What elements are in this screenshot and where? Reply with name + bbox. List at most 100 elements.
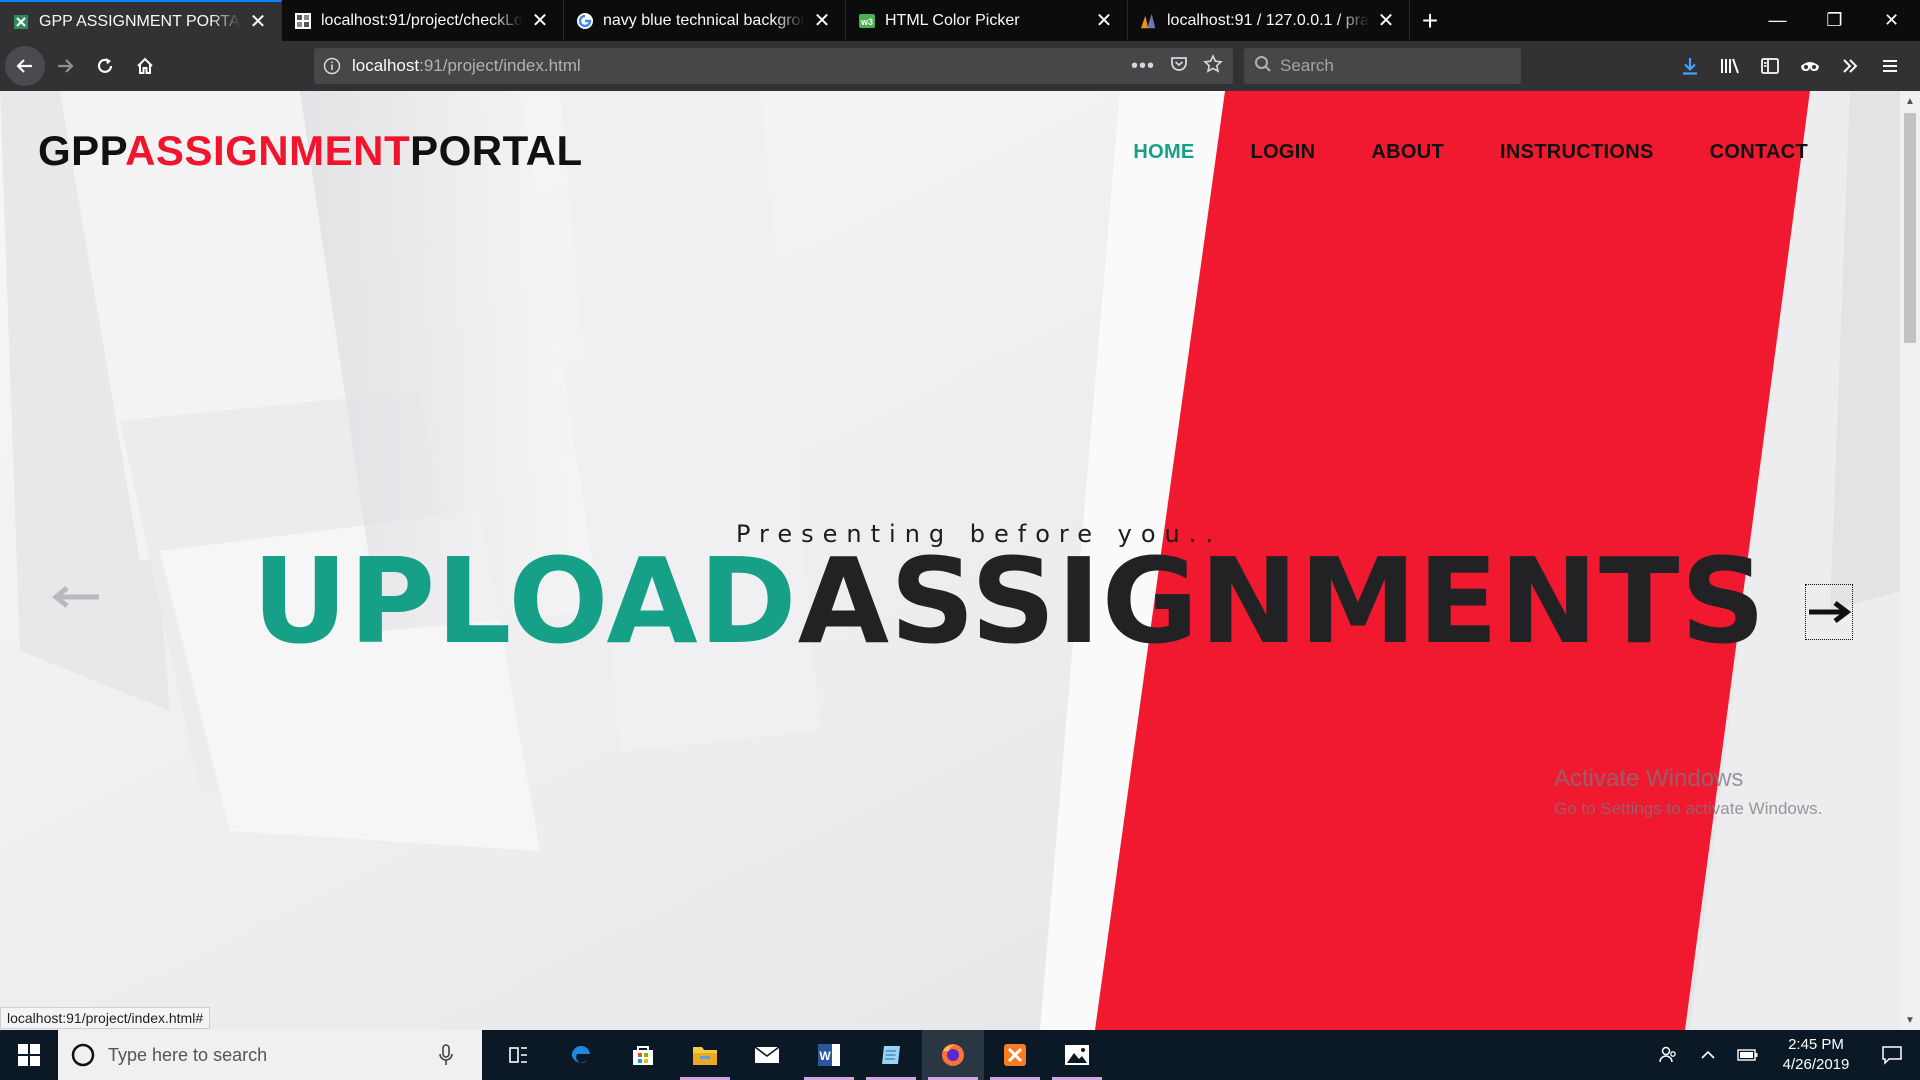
restore-button[interactable]: ❐ [1806, 0, 1863, 41]
xampp-icon [1004, 1044, 1026, 1066]
page-favicon-icon [294, 12, 312, 30]
close-icon[interactable]: ✕ [1375, 10, 1397, 32]
activate-windows-watermark: Activate Windows Go to Settings to activ… [1554, 765, 1822, 819]
task-view-button[interactable] [488, 1030, 550, 1080]
overflow-button[interactable] [1830, 46, 1870, 86]
file-explorer-icon [693, 1047, 717, 1065]
clock-date: 4/26/2019 [1782, 1056, 1850, 1073]
reload-icon [97, 58, 113, 73]
home-icon [137, 57, 153, 74]
mail-app[interactable] [736, 1030, 798, 1080]
photos-icon [1065, 1045, 1089, 1065]
nav-home-link[interactable]: HOME [1133, 141, 1194, 164]
watermark-subtitle: Go to Settings to activate Windows. [1554, 799, 1823, 818]
address-bar[interactable]: localhost:91/project/index.html ••• [314, 48, 1233, 84]
home-button[interactable] [125, 46, 165, 86]
chevron-double-right-icon [1843, 59, 1858, 73]
close-icon[interactable]: ✕ [1093, 10, 1115, 32]
svg-text:w3: w3 [860, 17, 873, 27]
tab-label: HTML Color Picker [885, 11, 1020, 29]
scroll-up-icon[interactable]: ▲ [1900, 91, 1920, 111]
people-icon[interactable] [1648, 1030, 1688, 1080]
back-button[interactable] [5, 46, 45, 86]
back-arrow-icon [16, 59, 32, 73]
nav-about-link[interactable]: ABOUT [1371, 141, 1444, 164]
taskbar-clock[interactable]: 2:45 PM 4/26/2019 [1768, 1035, 1864, 1075]
arrow-right-icon [1809, 601, 1851, 623]
nav-login-link[interactable]: LOGIN [1251, 141, 1316, 164]
nav-contact-link[interactable]: CONTACT [1710, 141, 1808, 164]
svg-text:W: W [819, 1049, 831, 1063]
arrow-left-icon [52, 586, 99, 608]
action-center-icon[interactable] [1864, 1030, 1920, 1080]
tab-phpmyadmin[interactable]: localhost:91 / 127.0.0.1 / practice ✕ [1128, 0, 1410, 41]
url-actions: ••• [1131, 48, 1223, 84]
notepad-app[interactable] [860, 1030, 922, 1080]
chevron-up-icon[interactable] [1688, 1030, 1728, 1080]
tab-strip: GPP ASSIGNMENT PORTAL ✕ localhost:91/pro… [0, 0, 1920, 41]
notepad-icon [882, 1046, 900, 1064]
page-scrollbar[interactable]: ▲ ▼ [1900, 91, 1920, 1030]
taskbar-apps: W [488, 1030, 1108, 1080]
library-button[interactable] [1710, 46, 1750, 86]
word-app[interactable]: W [798, 1030, 860, 1080]
store-app[interactable] [612, 1030, 674, 1080]
photos-app[interactable] [1046, 1030, 1108, 1080]
word-icon: W [818, 1044, 840, 1066]
watermark-title: Activate Windows [1554, 765, 1744, 792]
minimize-button[interactable]: — [1749, 0, 1806, 41]
pocket-icon[interactable] [1169, 54, 1189, 79]
bookmark-star-icon[interactable] [1203, 53, 1223, 79]
menu-button[interactable] [1870, 46, 1910, 86]
w3schools-icon: w3 [858, 12, 876, 30]
close-icon[interactable]: ✕ [247, 11, 269, 33]
tab-gpp-portal[interactable]: GPP ASSIGNMENT PORTAL ✕ [0, 0, 282, 41]
windows-logo-icon [18, 1044, 40, 1066]
library-icon [1721, 58, 1739, 74]
microphone-icon [439, 1044, 453, 1065]
scroll-down-icon[interactable]: ▼ [1900, 1010, 1920, 1030]
more-actions-icon[interactable]: ••• [1131, 55, 1155, 78]
tab-color-picker[interactable]: w3 HTML Color Picker ✕ [846, 0, 1128, 41]
info-icon[interactable] [314, 57, 350, 75]
windows-taskbar: W 2:45 PM 4/26/2019 [0, 1030, 1920, 1080]
close-icon[interactable]: ✕ [811, 10, 833, 32]
sidebar-button[interactable] [1750, 46, 1790, 86]
slider-next-button[interactable] [1805, 584, 1853, 640]
x-favicon-icon [12, 13, 30, 31]
xampp-app[interactable] [984, 1030, 1046, 1080]
page-viewport: GPPASSIGNMENTPORTAL HOME LOGIN ABOUT INS… [0, 91, 1900, 1030]
battery-icon[interactable] [1728, 1030, 1768, 1080]
firefox-icon [942, 1044, 964, 1066]
site-logo[interactable]: GPPASSIGNMENTPORTAL [38, 127, 583, 175]
hamburger-icon [1883, 60, 1897, 72]
tab-google-search[interactable]: navy blue technical background ✕ [564, 0, 846, 41]
new-tab-button[interactable]: + [1410, 0, 1450, 41]
nav-instructions-link[interactable]: INSTRUCTIONS [1500, 141, 1654, 164]
taskbar-search-input[interactable] [108, 1044, 438, 1066]
file-explorer-app[interactable] [674, 1030, 736, 1080]
logo-part-assignment: ASSIGNMENT [125, 127, 411, 174]
close-icon[interactable]: ✕ [529, 10, 551, 32]
search-input[interactable] [1280, 56, 1480, 76]
forward-button[interactable] [45, 46, 85, 86]
window-controls: — ❐ ✕ [1749, 0, 1920, 41]
tab-check-login[interactable]: localhost:91/project/checkLogin ✕ [282, 0, 564, 41]
private-mask-button[interactable] [1790, 46, 1830, 86]
clock-time: 2:45 PM [1788, 1036, 1844, 1053]
taskbar-search[interactable] [58, 1030, 482, 1080]
search-bar[interactable] [1244, 48, 1521, 84]
headline-upload: UPLOAD [252, 532, 798, 670]
url-path: :91/project/index.html [419, 56, 581, 75]
slider-prev-button[interactable] [50, 582, 102, 612]
reload-button[interactable] [85, 46, 125, 86]
start-button[interactable] [0, 1030, 58, 1080]
nav-toolbar: localhost:91/project/index.html ••• [0, 41, 1920, 91]
logo-part-portal: PORTAL [410, 127, 583, 174]
firefox-app[interactable] [922, 1030, 984, 1080]
downloads-button[interactable] [1670, 46, 1710, 86]
scroll-thumb[interactable] [1904, 113, 1916, 343]
edge-app[interactable] [550, 1030, 612, 1080]
close-window-button[interactable]: ✕ [1863, 0, 1920, 41]
hero-headline: UPLOADASSIGNMENTS [252, 539, 1766, 664]
